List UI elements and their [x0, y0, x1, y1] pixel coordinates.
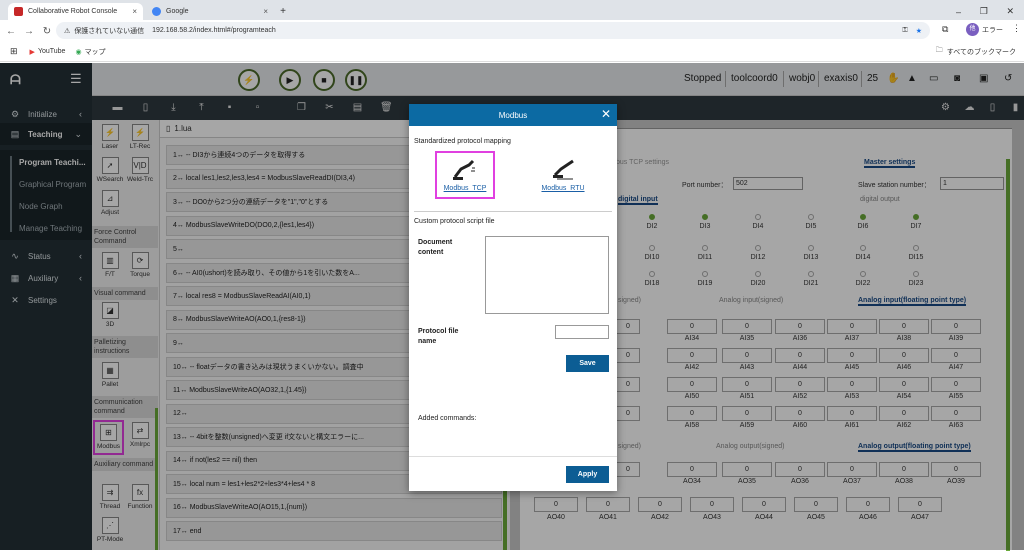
avatar[interactable]: 他 — [966, 23, 979, 36]
std-mapping-title: Standardized protocol mapping — [414, 138, 511, 145]
reload-icon[interactable]: ↻ — [40, 26, 54, 37]
doc-content-label: Document content — [418, 239, 453, 256]
browser-tab-bar: Collaborative Robot Console × Google × +… — [0, 0, 1024, 20]
modbus-tcp-option[interactable]: Modbus_TCP — [435, 151, 495, 199]
url-field[interactable]: ⚠ 保護されていない通信 192.168.58.2/index.html#/pr… — [56, 22, 930, 39]
tab-robot-console[interactable]: Collaborative Robot Console × — [8, 3, 143, 20]
robot-arm-rtu-icon — [553, 159, 574, 180]
all-bookmarks[interactable]: すべてのブックマーク — [947, 47, 1016, 57]
bookmarks-bar: ⊞ ▶ YouTube ◉ マップ 🗀 すべてのブックマーク — [0, 42, 1024, 62]
apply-button[interactable]: Apply — [566, 466, 609, 483]
custom-script-title: Custom protocol script file — [414, 218, 495, 225]
save-button[interactable]: Save — [566, 355, 609, 372]
address-bar-row: ← → ↻ ⚠ 保護されていない通信 192.168.58.2/index.ht… — [0, 20, 1024, 42]
modbus-rtu-option[interactable]: Modbus_RTU — [533, 153, 593, 201]
new-tab-button[interactable]: + — [276, 3, 290, 20]
added-commands-label: Added commands: — [418, 415, 477, 422]
youtube-icon: ▶ — [29, 48, 35, 56]
warning-icon: ⚠ — [64, 27, 71, 35]
protocol-name-label: Protocol file name — [418, 328, 459, 345]
close-tab-icon[interactable]: × — [132, 7, 137, 16]
protocol-name-input[interactable] — [555, 325, 609, 339]
close-window-icon: ✕ — [1006, 6, 1014, 16]
profile-label[interactable]: エラー — [982, 25, 1003, 35]
modbus-dialog: Modbus ✕ Standardized protocol mapping Mo… — [409, 104, 617, 491]
folder-icon: 🗀 — [935, 47, 943, 54]
robot-console-favicon-icon — [14, 7, 23, 16]
menu-dots-icon[interactable]: ⋮ — [1012, 23, 1021, 34]
extensions-icon[interactable]: ⧉ — [942, 24, 948, 35]
maps-icon: ◉ — [75, 48, 82, 56]
close-tab-icon[interactable]: × — [263, 7, 268, 16]
restore-icon: ❐ — [979, 6, 988, 16]
robot-arm-tcp-icon — [453, 159, 475, 180]
apps-grid-icon[interactable]: ⊞ — [10, 46, 18, 57]
minimize-icon: – — [956, 6, 962, 17]
forward-icon[interactable]: → — [22, 26, 36, 37]
doc-content-textarea[interactable] — [485, 236, 609, 314]
google-favicon-icon — [152, 7, 161, 16]
tab-google[interactable]: Google × — [146, 3, 274, 20]
window-controls[interactable]: – ❐ ✕ — [950, 3, 1020, 20]
dialog-header: Modbus ✕ — [409, 104, 617, 126]
back-icon[interactable]: ← — [4, 26, 18, 37]
key-icon[interactable]: ⚿ — [902, 27, 907, 35]
close-icon[interactable]: ✕ — [601, 107, 611, 121]
star-icon[interactable]: ★ — [916, 27, 922, 35]
bookmark-youtube[interactable]: YouTube — [38, 48, 66, 55]
bookmark-maps[interactable]: マップ — [85, 47, 106, 57]
